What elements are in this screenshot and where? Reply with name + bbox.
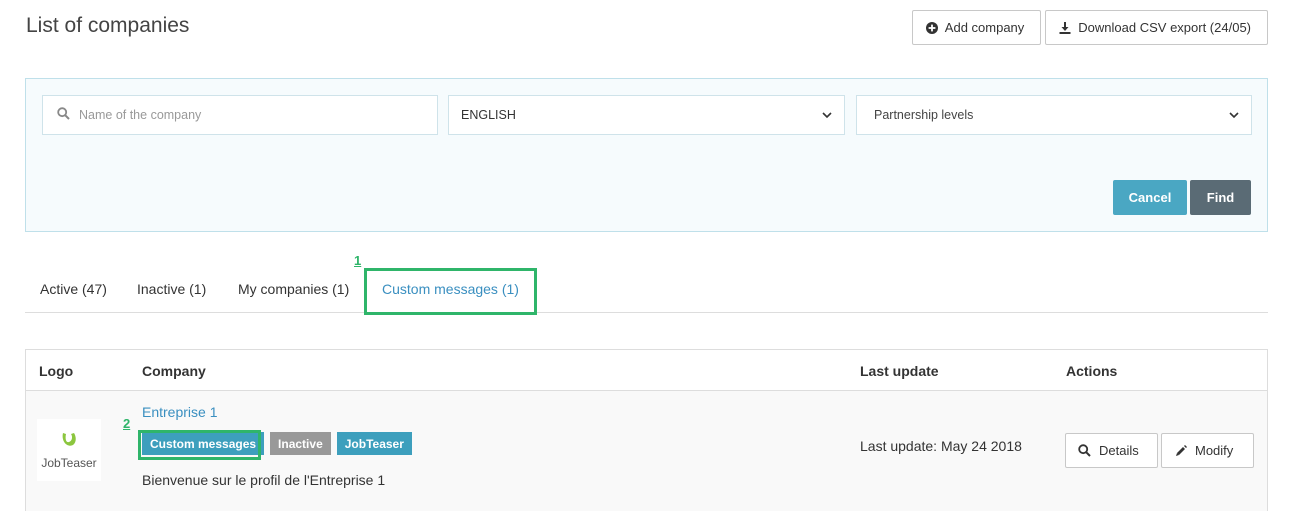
- company-logo: JobTeaser: [37, 419, 101, 481]
- jobteaser-logo-icon: [59, 431, 79, 454]
- add-company-button[interactable]: Add company: [911, 10, 1042, 45]
- column-header-logo: Logo: [39, 363, 74, 379]
- tab-inactive[interactable]: Inactive (1): [137, 281, 206, 297]
- download-csv-button[interactable]: Download CSV export (24/05): [1045, 10, 1268, 45]
- column-header-company[interactable]: Company: [142, 363, 206, 379]
- company-tabs: Active (47) Inactive (1) My companies (1…: [25, 268, 1268, 313]
- find-button[interactable]: Find: [1190, 180, 1251, 215]
- download-icon: [1059, 21, 1071, 34]
- modify-button[interactable]: Modify: [1161, 433, 1254, 468]
- column-header-actions: Actions: [1066, 363, 1118, 379]
- partnership-levels-select[interactable]: Partnership levels: [856, 95, 1252, 135]
- annotation-number-1: 1: [354, 253, 362, 268]
- search-icon: [57, 107, 70, 123]
- tab-active[interactable]: Active (47): [40, 281, 107, 297]
- badge-jobteaser: JobTeaser: [336, 432, 412, 455]
- language-select-value: ENGLISH: [461, 108, 516, 122]
- pencil-icon: [1175, 444, 1187, 457]
- logo-text: JobTeaser: [41, 455, 97, 470]
- company-search-placeholder: Name of the company: [79, 108, 202, 122]
- company-search-field[interactable]: Name of the company: [42, 95, 438, 135]
- cancel-button[interactable]: Cancel: [1113, 180, 1187, 215]
- top-actions: Add company Download CSV export (24/05): [911, 10, 1268, 45]
- company-description: Bienvenue sur le profil de l'Entreprise …: [142, 472, 386, 488]
- plus-circle-icon: [925, 21, 938, 34]
- annotation-highlight-tab: [364, 268, 537, 315]
- modify-label: Modify: [1195, 443, 1234, 458]
- table-header: Logo Company Last update Actions: [26, 350, 1267, 391]
- search-icon: [1078, 444, 1091, 457]
- add-company-label: Add company: [944, 20, 1025, 35]
- language-select[interactable]: ENGLISH: [448, 95, 845, 135]
- download-csv-label: Download CSV export (24/05): [1078, 20, 1251, 35]
- filter-panel: Name of the company ENGLISH Partnership …: [25, 78, 1268, 232]
- tab-my-companies[interactable]: My companies (1): [238, 281, 349, 297]
- badge-inactive: Inactive: [270, 432, 331, 455]
- annotation-highlight-badge: [138, 430, 261, 460]
- details-label: Details: [1099, 443, 1139, 458]
- annotation-number-2: 2: [123, 416, 131, 431]
- chevron-down-icon: [1229, 108, 1239, 122]
- last-update-value: Last update: May 24 2018: [860, 438, 1022, 454]
- chevron-down-icon: [822, 108, 832, 122]
- partnership-levels-value: Partnership levels: [874, 108, 974, 122]
- column-header-last-update[interactable]: Last update: [860, 363, 939, 379]
- company-name-link[interactable]: Entreprise 1: [142, 404, 217, 420]
- details-button[interactable]: Details: [1065, 433, 1158, 468]
- page-title: List of companies: [26, 14, 190, 37]
